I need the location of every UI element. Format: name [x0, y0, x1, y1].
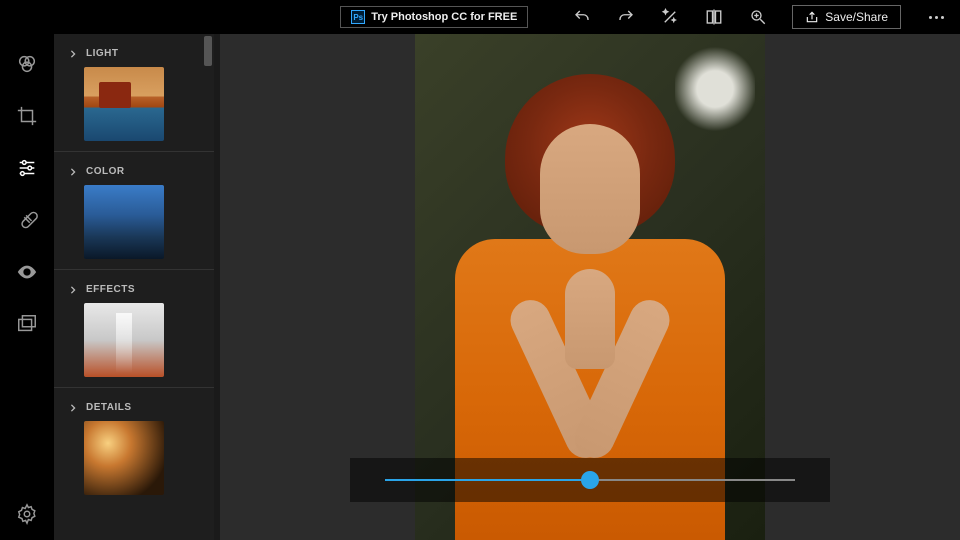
scrollbar-thumb[interactable]: [204, 36, 212, 66]
promo-button[interactable]: Ps Try Photoshop CC for FREE: [340, 6, 528, 28]
more-menu-button[interactable]: [921, 8, 952, 27]
dot-icon: [941, 16, 944, 19]
chevron-right-icon: [68, 167, 78, 177]
looks-tool[interactable]: [15, 52, 39, 76]
main-area: LIGHT COLOR EFFECTS: [0, 34, 960, 540]
adjustments-tool[interactable]: [15, 156, 39, 180]
heal-tool[interactable]: [15, 208, 39, 232]
auto-enhance-button[interactable]: [660, 7, 680, 27]
section-color: COLOR: [54, 152, 214, 270]
section-details: DETAILS: [54, 388, 214, 505]
slider-thumb[interactable]: [581, 471, 599, 489]
dot-icon: [935, 16, 938, 19]
adjustment-slider-overlay: [350, 458, 830, 502]
thumb-color[interactable]: [84, 185, 164, 259]
section-header-details[interactable]: DETAILS: [68, 398, 200, 413]
flip-button[interactable]: [704, 7, 724, 27]
chevron-right-icon: [68, 285, 78, 295]
section-header-color[interactable]: COLOR: [68, 162, 200, 177]
slider-track-active: [385, 479, 590, 481]
section-label: COLOR: [86, 166, 125, 177]
share-icon: [805, 10, 819, 24]
thumb-details[interactable]: [84, 421, 164, 495]
photoshop-icon: Ps: [351, 10, 365, 24]
eye-tool[interactable]: [15, 260, 39, 284]
section-effects: EFFECTS: [54, 270, 214, 388]
left-tool-rail: [0, 34, 54, 540]
crop-tool[interactable]: [15, 104, 39, 128]
top-bar: Ps Try Photoshop CC for FREE Save/Share: [0, 0, 960, 34]
layers-tool[interactable]: [15, 312, 39, 336]
top-tool-icons: [572, 7, 768, 27]
section-label: EFFECTS: [86, 284, 135, 295]
undo-button[interactable]: [572, 7, 592, 27]
save-share-button[interactable]: Save/Share: [792, 5, 901, 29]
slider-track[interactable]: [385, 479, 795, 481]
chevron-right-icon: [68, 403, 78, 413]
chevron-right-icon: [68, 49, 78, 59]
section-header-effects[interactable]: EFFECTS: [68, 280, 200, 295]
thumb-light[interactable]: [84, 67, 164, 141]
zoom-button[interactable]: [748, 7, 768, 27]
adjustments-panel: LIGHT COLOR EFFECTS: [54, 34, 214, 540]
section-header-light[interactable]: LIGHT: [68, 44, 200, 59]
section-label: DETAILS: [86, 402, 132, 413]
canvas-area: [220, 34, 960, 540]
redo-button[interactable]: [616, 7, 636, 27]
save-share-label: Save/Share: [825, 10, 888, 24]
section-label: LIGHT: [86, 48, 119, 59]
section-light: LIGHT: [54, 34, 214, 152]
dot-icon: [929, 16, 932, 19]
thumb-effects[interactable]: [84, 303, 164, 377]
settings-button[interactable]: [15, 502, 39, 526]
promo-label: Try Photoshop CC for FREE: [371, 11, 517, 23]
